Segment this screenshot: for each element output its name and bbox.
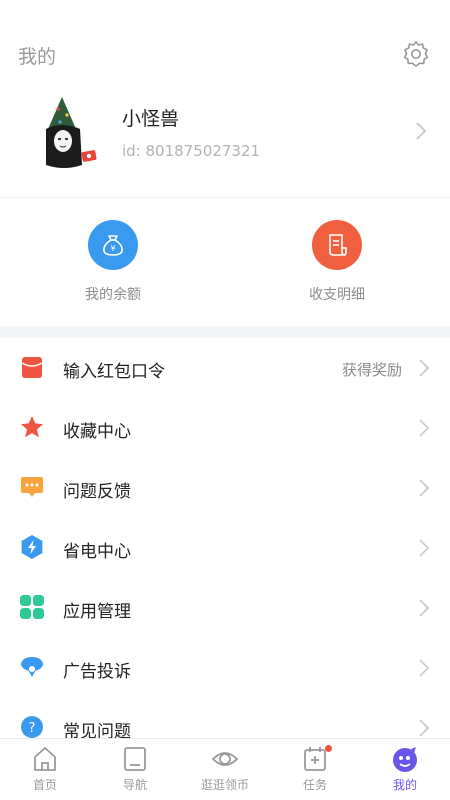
section-divider: [0, 326, 450, 338]
tab-label: 逛逛领币: [200, 778, 249, 792]
profile-card[interactable]: 小怪兽 id: 801875027321: [0, 90, 450, 198]
svg-text:?: ?: [29, 721, 36, 736]
page-title: 我的: [18, 46, 57, 68]
tab-tasks[interactable]: 任务: [270, 739, 360, 800]
menu-hint: 获得奖励: [341, 361, 402, 379]
tab-browse-coins[interactable]: 逛逛领币: [180, 739, 270, 800]
user-id: id: 801875027321: [122, 142, 261, 160]
chevron-right-icon: [418, 718, 430, 738]
tab-mine[interactable]: 我的: [360, 739, 450, 800]
chevron-right-icon: [418, 358, 430, 378]
transactions-label: 收支明细: [309, 287, 365, 303]
balance-button[interactable]: ¥ 我的余额: [38, 220, 188, 310]
transactions-button[interactable]: 收支明细: [262, 220, 412, 310]
menu-item-ad-complaint[interactable]: 广告投诉: [0, 638, 450, 698]
header: 我的: [0, 0, 450, 90]
tab-navigation[interactable]: 导航: [90, 739, 180, 800]
menu-label: 应用管理: [63, 602, 131, 622]
tab-home[interactable]: 首页: [0, 739, 90, 800]
task-calendar-icon: [301, 745, 332, 773]
menu-label: 广告投诉: [63, 662, 131, 682]
navigation-icon: [121, 745, 149, 773]
username: 小怪兽: [122, 108, 180, 130]
chevron-right-icon: [418, 418, 430, 438]
monster-profile-icon: [391, 745, 419, 773]
menu-list: 输入红包口令 获得奖励 收藏中心 问题反馈 省电中心 应用管理 广告投诉 ? 常…: [0, 338, 450, 758]
chevron-right-icon: [418, 538, 430, 558]
menu-item-power-saving[interactable]: 省电中心: [0, 518, 450, 578]
menu-label: 省电中心: [63, 542, 131, 562]
help-icon: ?: [19, 714, 45, 740]
star-icon: [19, 414, 45, 440]
chevron-right-icon: [418, 598, 430, 618]
menu-item-app-management[interactable]: 应用管理: [0, 578, 450, 638]
wallet-section: ¥ 我的余额 收支明细: [0, 198, 450, 326]
chevron-right-icon: [418, 478, 430, 498]
menu-item-red-envelope-code[interactable]: 输入红包口令 获得奖励: [0, 338, 450, 398]
red-envelope-icon: [19, 354, 45, 380]
tab-label: 首页: [32, 778, 57, 792]
grid-icon: [19, 594, 45, 620]
chevron-right-icon: [414, 120, 428, 142]
receipt-icon: [312, 220, 362, 270]
home-icon: [31, 745, 59, 773]
menu-label: 问题反馈: [63, 482, 131, 502]
avatar[interactable]: [36, 95, 104, 171]
bottom-tab-bar: 首页 导航 逛逛领币 任务 我的: [0, 738, 450, 800]
location-pin-icon: [19, 654, 45, 680]
svg-text:¥: ¥: [110, 244, 115, 253]
money-bag-icon: ¥: [88, 220, 138, 270]
balance-label: 我的余额: [85, 287, 141, 303]
chat-bubble-icon: [19, 474, 45, 500]
tab-label: 任务: [302, 778, 327, 792]
tab-label: 导航: [122, 778, 147, 792]
menu-item-favorites[interactable]: 收藏中心: [0, 398, 450, 458]
tab-label: 我的: [392, 778, 417, 792]
chevron-right-icon: [418, 658, 430, 678]
menu-item-feedback[interactable]: 问题反馈: [0, 458, 450, 518]
menu-label: 收藏中心: [63, 422, 131, 442]
menu-label: 输入红包口令: [63, 362, 165, 382]
eye-coin-icon: [211, 745, 239, 773]
gear-icon[interactable]: [402, 40, 430, 68]
notification-badge: [325, 745, 332, 752]
lightning-hexagon-icon: [19, 534, 45, 560]
